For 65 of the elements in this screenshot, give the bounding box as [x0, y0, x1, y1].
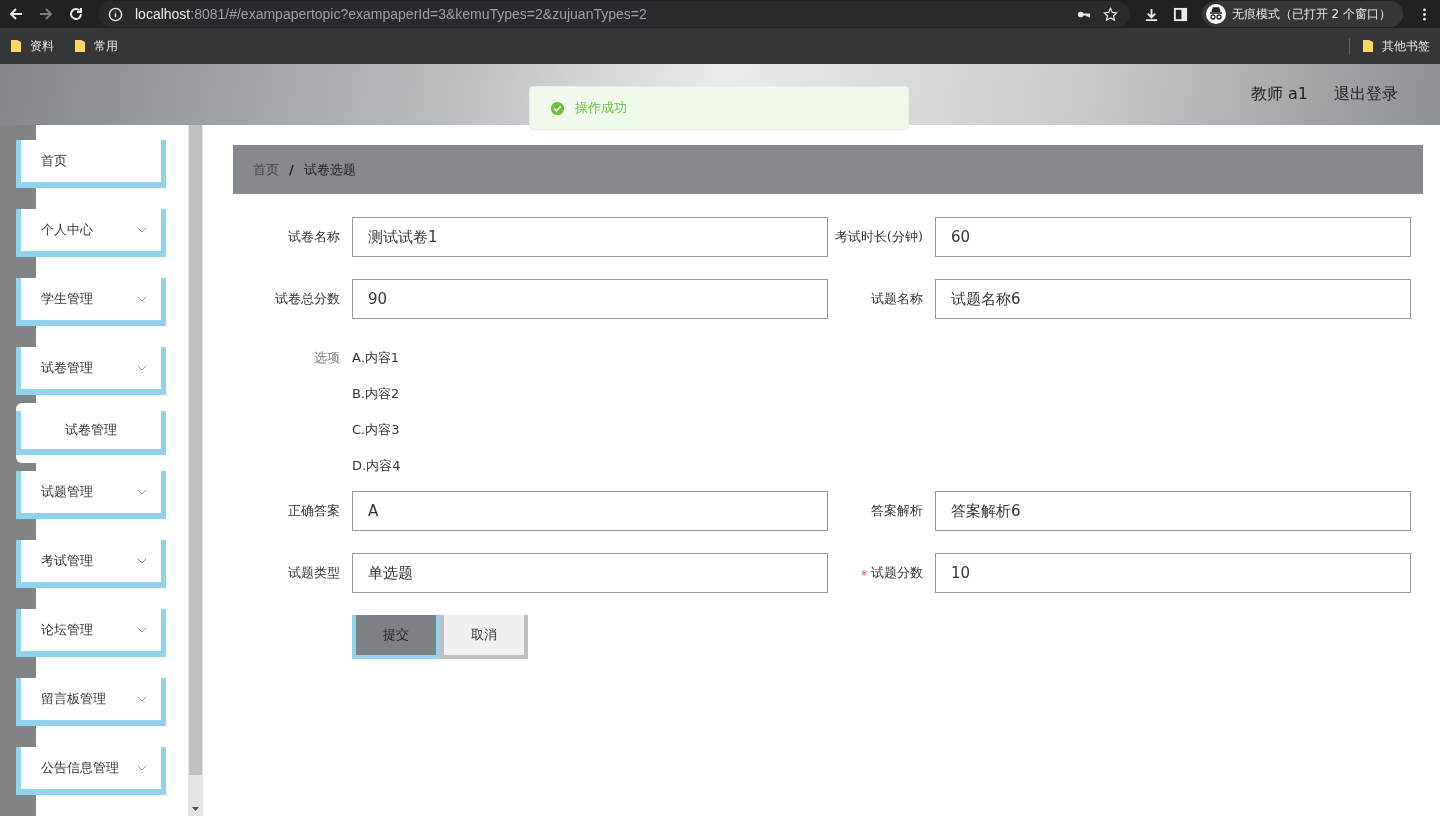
chevron-down-icon — [137, 696, 147, 702]
back-arrow-icon[interactable] — [8, 6, 24, 22]
field-label: 试题类型 — [287, 564, 340, 582]
folder-icon — [1362, 39, 1374, 53]
chevron-down-icon — [137, 489, 147, 495]
option-text: A.内容1 — [352, 349, 401, 367]
option-text: C.内容3 — [352, 421, 401, 439]
field-label: 选项 — [313, 349, 340, 367]
star-icon[interactable] — [1102, 6, 1118, 22]
field-label: 答案解析 — [870, 502, 923, 520]
user-name: 教师 a1 — [1250, 84, 1308, 105]
chevron-down-icon — [137, 227, 147, 233]
field-label: 考试时长(分钟) — [833, 228, 923, 246]
chevron-down-icon — [137, 558, 147, 564]
breadcrumb-link[interactable]: 试卷选题 — [303, 160, 356, 179]
menu-item[interactable]: 试题管理 — [16, 471, 166, 519]
cancel-button[interactable]: 取消 — [440, 615, 528, 659]
submenu-item[interactable]: 试卷管理 — [16, 411, 166, 455]
input-field[interactable]: 90 — [352, 279, 828, 319]
menu-item[interactable]: 学生管理 — [16, 278, 166, 326]
field-label: 正确答案 — [287, 502, 340, 520]
check-circle-icon — [550, 100, 565, 116]
field-label: 试题名称 — [870, 290, 923, 308]
menu-item[interactable]: 考试管理 — [16, 540, 166, 588]
folder-icon — [74, 39, 86, 53]
menu-item[interactable]: 试卷管理 — [16, 347, 166, 395]
logout-link[interactable]: 退出登录 — [1334, 84, 1398, 105]
side-panel-icon[interactable] — [1172, 6, 1188, 22]
chevron-down-icon — [137, 627, 147, 633]
input-field[interactable]: 单选题 — [352, 553, 828, 593]
bookmark-folder[interactable]: 资料 — [10, 37, 54, 55]
field-label: 试卷名称 — [287, 228, 340, 246]
input-field[interactable]: A — [352, 491, 828, 531]
bookmark-folder[interactable]: 其他书签 — [1349, 37, 1430, 55]
incognito-icon — [1205, 4, 1226, 24]
option-text: B.内容2 — [352, 385, 401, 403]
input-field[interactable]: 答案解析6 — [935, 491, 1411, 531]
field-label: 试卷总分数 — [274, 290, 340, 308]
chevron-down-icon — [137, 365, 147, 371]
forward-arrow-icon[interactable] — [38, 6, 54, 22]
bookmark-folder[interactable]: 常用 — [74, 37, 118, 55]
breadcrumb-separator: / — [289, 162, 294, 177]
info-icon — [108, 6, 123, 22]
field-label: 试题分数 — [828, 564, 923, 582]
menu-item[interactable]: 首页 — [16, 140, 166, 188]
input-field[interactable]: 试题名称6 — [935, 279, 1411, 319]
chevron-down-icon — [137, 296, 147, 302]
toast-message: 操作成功 — [575, 99, 627, 117]
menu-item[interactable]: 个人中心 — [16, 209, 166, 257]
url-text: localhost:8081/#/exampapertopic?exampaperId=3&kemuTypes=2&zujuanTypes=2 — [135, 6, 647, 22]
option-text: D.内容4 — [352, 457, 401, 475]
input-field[interactable]: 10 — [935, 553, 1411, 593]
required-mark-icon — [861, 570, 867, 576]
incognito-button[interactable]: 无痕模式（已打开 2 个窗口） — [1201, 1, 1403, 27]
menu-item[interactable]: 公告信息管理 — [16, 747, 166, 795]
input-field[interactable]: 60 — [935, 217, 1411, 257]
menu-item[interactable]: 留言板管理 — [16, 678, 166, 726]
folder-icon — [10, 39, 22, 53]
submit-button[interactable]: 提交 — [352, 615, 440, 659]
chevron-down-icon — [137, 765, 147, 771]
input-field[interactable]: 测试试卷1 — [352, 217, 828, 257]
menu-item[interactable]: 论坛管理 — [16, 609, 166, 657]
download-icon[interactable] — [1143, 6, 1159, 22]
reload-icon[interactable] — [68, 6, 84, 22]
address-bar[interactable]: localhost:8081/#/exampapertopic?exampaperId=3&kemuTypes=2&zujuanTypes=2 — [98, 1, 1130, 27]
